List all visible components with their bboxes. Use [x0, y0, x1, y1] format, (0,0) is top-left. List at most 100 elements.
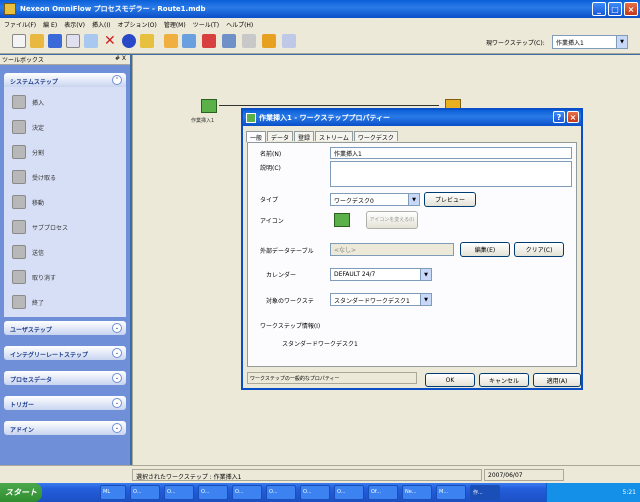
- zoom-icon[interactable]: [282, 34, 296, 48]
- folder-icon[interactable]: [164, 34, 178, 48]
- expand-icon[interactable]: ⌄: [112, 348, 122, 358]
- tab-register[interactable]: 登録: [294, 131, 315, 142]
- route-icon[interactable]: [222, 34, 236, 48]
- toolbox-item-send[interactable]: 送信: [12, 245, 44, 259]
- ok-button[interactable]: OK: [425, 373, 475, 387]
- section-triggers[interactable]: トリガー ⌄: [4, 396, 126, 410]
- tool-icon[interactable]: [202, 34, 216, 48]
- workstep-node[interactable]: [201, 99, 217, 113]
- chevron-down-icon[interactable]: ▼: [420, 294, 431, 305]
- expand-icon[interactable]: ⌄: [112, 423, 122, 433]
- cancel-button[interactable]: キャンセル: [479, 373, 529, 387]
- expand-icon[interactable]: ⌄: [112, 323, 122, 333]
- receive-icon: [12, 170, 26, 184]
- taskbar-item[interactable]: O...: [198, 485, 228, 500]
- taskbar-item[interactable]: O...: [130, 485, 160, 500]
- toolbox-item-move[interactable]: 移動: [12, 195, 44, 209]
- toolbox-item-insert[interactable]: 挿入: [12, 95, 44, 109]
- menu-view[interactable]: 表示(V): [64, 20, 85, 29]
- tab-stream[interactable]: ストリーム: [315, 131, 353, 142]
- close-button[interactable]: ×: [624, 2, 638, 16]
- taskbar-item[interactable]: O...: [334, 485, 364, 500]
- route-line[interactable]: [219, 105, 439, 106]
- save-icon[interactable]: [48, 34, 62, 48]
- toolbox-item-decide[interactable]: 決定: [12, 120, 44, 134]
- section-system-steps[interactable]: システムステップ ⌃: [4, 73, 126, 87]
- tab-workdesk[interactable]: ワークデスク: [353, 131, 398, 142]
- taskbar-item[interactable]: M...: [436, 485, 466, 500]
- toolbox-item-split[interactable]: 分割: [12, 145, 44, 159]
- print-icon[interactable]: [66, 34, 80, 48]
- taskbar-item[interactable]: O...: [232, 485, 262, 500]
- users-icon[interactable]: [182, 34, 196, 48]
- delete-icon[interactable]: ✕: [104, 34, 118, 48]
- open-icon[interactable]: [30, 34, 44, 48]
- help-button[interactable]: ?: [553, 111, 565, 123]
- item-label: 取り消す: [32, 274, 57, 282]
- target-select[interactable]: スタンダードワークデスク1 ▼: [330, 293, 432, 306]
- menu-insert[interactable]: 挿入(I): [92, 20, 110, 29]
- chevron-down-icon[interactable]: ▼: [616, 36, 627, 48]
- toolbox-item-receive[interactable]: 受け取る: [12, 170, 56, 184]
- split-icon: [12, 145, 26, 159]
- name-field[interactable]: 作業挿入1: [330, 147, 572, 159]
- taskbar-item[interactable]: Of...: [368, 485, 398, 500]
- toolbox-item-cancel[interactable]: 取り消す: [12, 270, 56, 284]
- minimize-button[interactable]: _: [592, 2, 606, 16]
- window-title: Nexeon OmniFlow プロセスモデラー - Route1.mdb: [20, 5, 206, 13]
- taskbar-item[interactable]: Ne...: [402, 485, 432, 500]
- preview-button[interactable]: プレビュー: [424, 192, 476, 207]
- change-icon-button[interactable]: アイコンを変える(I): [366, 211, 418, 229]
- validate-icon[interactable]: [122, 34, 136, 48]
- calendar-select[interactable]: DEFAULT 24/7 ▼: [330, 268, 432, 281]
- section-process-data[interactable]: プロセスデータ ⌄: [4, 371, 126, 385]
- taskbar-item[interactable]: O...: [164, 485, 194, 500]
- menu-edit[interactable]: 編 E): [43, 20, 57, 29]
- toolbox-item-end[interactable]: 終了: [12, 295, 44, 309]
- status-bar: 選択されたワークステップ : 作業挿入1 2007/06/07: [0, 465, 640, 483]
- system-steps-list: 挿入 決定 分割 受け取る 移動 サブプロセス 送信 取り消す 終了: [4, 87, 126, 317]
- taskbar-item[interactable]: O...: [300, 485, 330, 500]
- dialog-close-button[interactable]: ×: [567, 111, 579, 123]
- taskbar-item[interactable]: O...: [266, 485, 296, 500]
- menu-options[interactable]: オプション(O): [117, 20, 156, 29]
- taskbar: スタート ML O... O... O... O... O... O... O.…: [0, 483, 640, 502]
- menu-file[interactable]: ファイル(F): [4, 20, 36, 29]
- workstep-properties-dialog: 作業挿入1 - ワークステッププロパティー ? × 一般 データ 登録 ストリー…: [241, 108, 583, 390]
- link-icon[interactable]: [242, 34, 256, 48]
- section-addins[interactable]: アドイン ⌄: [4, 421, 126, 435]
- section-integration-steps[interactable]: インテグリーレートステップ ⌄: [4, 346, 126, 360]
- tab-data[interactable]: データ: [267, 131, 294, 142]
- description-field[interactable]: [330, 161, 572, 187]
- chevron-down-icon[interactable]: ▼: [408, 194, 419, 205]
- props-icon[interactable]: [140, 34, 154, 48]
- clear-button[interactable]: クリア(C): [514, 242, 564, 257]
- menu-admin[interactable]: 管理(M): [164, 20, 186, 29]
- external-table-field[interactable]: <なし>: [330, 243, 454, 256]
- menu-help[interactable]: ヘルプ(H): [226, 20, 253, 29]
- section-user-steps[interactable]: ユーザステップ ⌄: [4, 321, 126, 335]
- current-step-select[interactable]: 作業挿入1 ▼: [552, 35, 628, 49]
- section-title: プロセスデータ: [10, 377, 53, 384]
- start-button[interactable]: スタート: [0, 483, 42, 502]
- type-select[interactable]: ワークデスク0 ▼: [330, 193, 420, 206]
- preview-icon[interactable]: [84, 34, 98, 48]
- toolbox-item-subprocess[interactable]: サブプロセス: [12, 220, 68, 234]
- expand-icon[interactable]: ⌄: [112, 373, 122, 383]
- collapse-icon[interactable]: ⌃: [112, 75, 122, 85]
- menu-tools[interactable]: ツール(T): [193, 20, 219, 29]
- dialog-title: 作業挿入1 - ワークステッププロパティー: [259, 114, 391, 122]
- target-label: 対象のワークステ: [266, 298, 314, 305]
- maximize-button[interactable]: □: [608, 2, 622, 16]
- toolbox-pin-close[interactable]: # X: [115, 55, 126, 62]
- expand-icon[interactable]: ⌄: [112, 398, 122, 408]
- apply-button[interactable]: 適用(A): [533, 373, 581, 387]
- taskbar-item-active[interactable]: 作...: [470, 485, 500, 500]
- pencil-icon[interactable]: [262, 34, 276, 48]
- taskbar-item[interactable]: ML: [100, 485, 126, 500]
- tab-general[interactable]: 一般: [246, 131, 267, 142]
- edit-button[interactable]: 編集(E): [460, 242, 510, 257]
- end-icon: [12, 295, 26, 309]
- chevron-down-icon[interactable]: ▼: [420, 269, 431, 280]
- new-icon[interactable]: [12, 34, 26, 48]
